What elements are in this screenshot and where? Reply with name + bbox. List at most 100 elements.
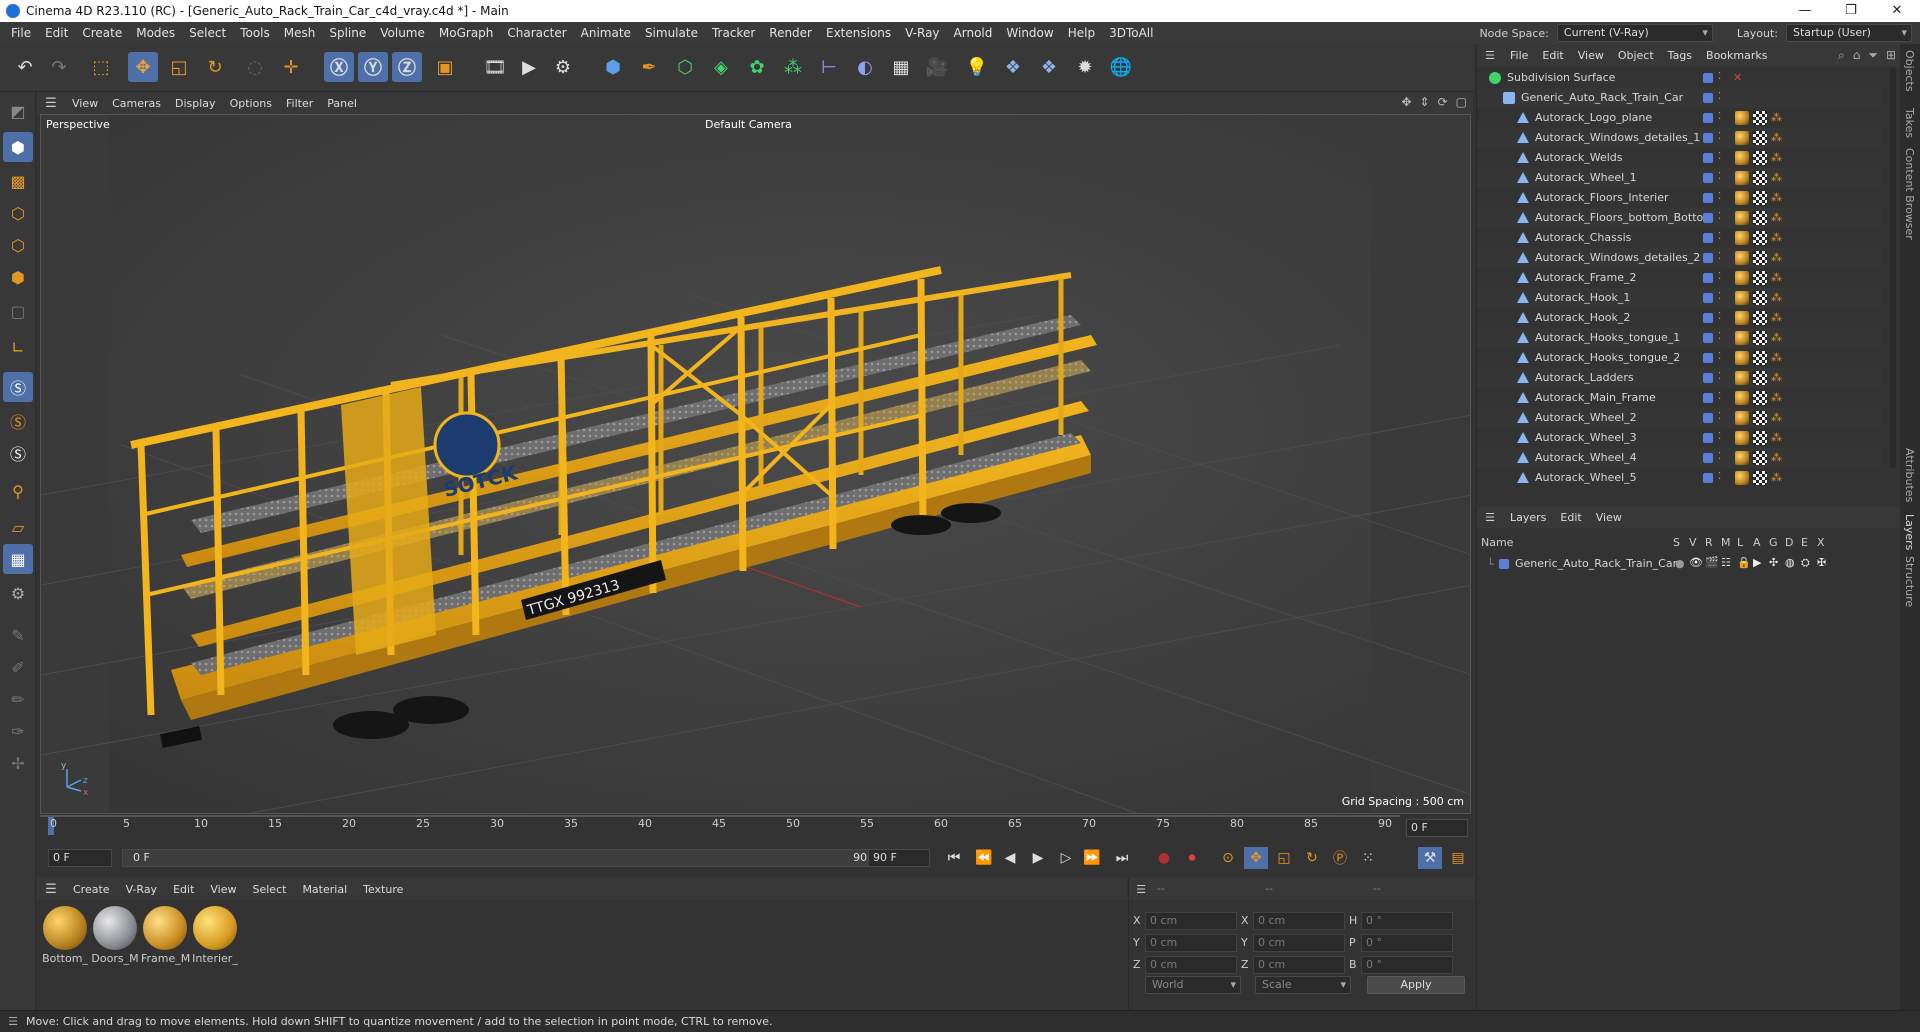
menu-select[interactable]: Select (182, 22, 233, 44)
edges-mode-icon[interactable]: ⬡ (3, 230, 33, 260)
object-name[interactable]: Autorack_Wheel_3 (1535, 431, 1637, 444)
menu-vray[interactable]: V-Ray (898, 22, 946, 44)
rot-p-field[interactable]: 0 ° (1361, 934, 1453, 952)
search-icon[interactable]: ⌕ (1838, 48, 1845, 63)
menu-modes[interactable]: Modes (129, 22, 182, 44)
layer-lock-icon[interactable]: 🔒 (1737, 556, 1751, 569)
spline-pen-icon[interactable]: ✒ (634, 52, 664, 82)
texture-tag-icon[interactable] (1753, 471, 1767, 485)
visibility-dots-icon[interactable]: ⁚ (1718, 211, 1721, 222)
key-selection-icon[interactable]: ⊙ (1216, 847, 1240, 869)
texture-tag-icon[interactable] (1753, 271, 1767, 285)
layer-color-swatch[interactable] (1703, 353, 1713, 363)
material-menu-vray[interactable]: V-Ray (118, 883, 166, 896)
python-script-icon[interactable]: ❖ (998, 52, 1028, 82)
visibility-dots-icon[interactable]: ⁚ (1718, 91, 1721, 102)
material-tag-icon[interactable] (1735, 351, 1749, 365)
phong-tag-icon[interactable]: ⁂ (1771, 371, 1785, 385)
phong-tag-icon[interactable]: ⁂ (1771, 191, 1785, 205)
menu-3dtoall[interactable]: 3DToAll (1102, 22, 1160, 44)
extrude-generator-icon[interactable]: ◈ (706, 52, 736, 82)
object-row[interactable]: Autorack_Hooks_tongue_1 ⁚ ⁂ (1477, 328, 1881, 348)
layer-color-swatch[interactable] (1703, 93, 1713, 103)
layer-color-swatch[interactable] (1703, 373, 1713, 383)
material-tag-icon[interactable] (1735, 411, 1749, 425)
tweak-mode-icon[interactable]: ⚲ (3, 476, 33, 506)
texture-tag-icon[interactable] (1753, 111, 1767, 125)
material-menu-select[interactable]: Select (245, 883, 295, 896)
object-name[interactable]: Autorack_Floors_bottom_Bottom (1535, 211, 1714, 224)
pos-z-field[interactable]: 0 cm (1145, 956, 1237, 974)
viewport-menu-cameras[interactable]: Cameras (105, 97, 168, 110)
undo-icon[interactable]: ↶ (10, 52, 40, 82)
material-swatch[interactable]: Interier_ (191, 906, 239, 965)
disable-toggle-icon[interactable]: ✕ (1733, 71, 1747, 85)
go-to-end-icon[interactable]: ⏭ (1110, 847, 1134, 869)
object-name[interactable]: Autorack_Chassis (1535, 231, 1631, 244)
texture-tag-icon[interactable] (1753, 171, 1767, 185)
phong-tag-icon[interactable]: ⁂ (1771, 431, 1785, 445)
layer-menu-view[interactable]: View (1589, 511, 1629, 524)
key-position-icon[interactable]: ✥ (1244, 847, 1268, 869)
size-x-field[interactable]: 0 cm (1253, 912, 1345, 930)
viewport-hamburger-icon[interactable]: ☰ (37, 96, 65, 111)
material-hamburger-icon[interactable]: ☰ (37, 882, 65, 897)
om-menu-file[interactable]: File (1503, 49, 1535, 62)
layer-color-swatch[interactable] (1703, 433, 1713, 443)
material-tag-icon[interactable] (1735, 171, 1749, 185)
object-row[interactable]: Autorack_Wheel_3 ⁚ ⁂ (1477, 428, 1881, 448)
previous-key-icon[interactable]: ⏪ (972, 847, 996, 869)
z-axis-lock-icon[interactable]: Ⓩ (392, 52, 422, 82)
live-selection-icon[interactable]: ⬚ (86, 52, 116, 82)
object-name[interactable]: Autorack_Hooks_tongue_2 (1535, 351, 1680, 364)
maximize-button[interactable]: ❐ (1828, 0, 1874, 22)
side-tab-content-browser[interactable]: Content Browser (1903, 148, 1916, 240)
layout-select[interactable]: Startup (User) (1786, 24, 1912, 42)
texture-tag-icon[interactable] (1753, 131, 1767, 145)
object-row[interactable]: Autorack_Hook_2 ⁚ ⁂ (1477, 308, 1881, 328)
material-swatch[interactable]: Bottom_ (41, 906, 89, 965)
viewport-menu-display[interactable]: Display (168, 97, 223, 110)
filter-icon[interactable]: ⏷ (1868, 48, 1878, 63)
object-row[interactable]: Autorack_Logo_plane ⁚ ⁂ (1477, 108, 1881, 128)
texture-tag-icon[interactable] (1753, 311, 1767, 325)
sculpt-tool-icon[interactable]: ✐ (3, 652, 33, 682)
rot-h-field[interactable]: 0 ° (1361, 912, 1453, 930)
paint-tool-icon[interactable]: ✎ (3, 620, 33, 650)
object-name[interactable]: Autorack_Wheel_5 (1535, 471, 1637, 484)
move-tool-icon[interactable]: ✥ (128, 52, 158, 82)
mograph-array-icon[interactable]: ⁂ (778, 52, 808, 82)
viewport-maximize-icon[interactable]: ▢ (1456, 95, 1467, 109)
layer-visible-icon[interactable]: 👁 (1689, 556, 1703, 569)
object-row[interactable]: Subdivision Surface ⁚ ✕ (1477, 68, 1881, 88)
next-key-icon[interactable]: ⏩ (1080, 847, 1104, 869)
object-name[interactable]: Autorack_Main_Frame (1535, 391, 1656, 404)
workplane-icon[interactable]: ▱ (3, 512, 33, 542)
texture-mode-icon[interactable]: ▩ (3, 166, 33, 196)
model-mode-icon[interactable]: ⬢ (3, 132, 33, 162)
om-menu-object[interactable]: Object (1611, 49, 1661, 62)
layer-color-swatch[interactable] (1703, 233, 1713, 243)
layer-xref-icon[interactable]: ✠ (1817, 556, 1826, 569)
layer-color-swatch[interactable] (1703, 153, 1713, 163)
visibility-dots-icon[interactable]: ⁚ (1718, 371, 1721, 382)
object-tree-scrollbar[interactable] (1890, 68, 1896, 468)
phong-tag-icon[interactable]: ⁂ (1771, 131, 1785, 145)
layer-animation-icon[interactable]: ▶ (1753, 556, 1761, 569)
material-menu-edit[interactable]: Edit (165, 883, 202, 896)
layer-color-swatch[interactable] (1703, 313, 1713, 323)
apply-button[interactable]: Apply (1367, 976, 1465, 994)
timeline-window-icon[interactable]: ▤ (1446, 847, 1470, 869)
object-name[interactable]: Autorack_Hook_1 (1535, 291, 1630, 304)
cloner-icon[interactable]: ✿ (742, 52, 772, 82)
menu-render[interactable]: Render (762, 22, 819, 44)
layer-color-swatch[interactable] (1703, 213, 1713, 223)
layer-color-swatch[interactable] (1703, 133, 1713, 143)
object-row[interactable]: Autorack_Main_Frame ⁚ ⁂ (1477, 388, 1881, 408)
material-tag-icon[interactable] (1735, 431, 1749, 445)
status-hamburger-icon[interactable]: ☰ (0, 1015, 26, 1028)
close-button[interactable]: ✕ (1874, 0, 1920, 22)
rotate-tool-icon[interactable]: ↻ (200, 52, 230, 82)
object-name[interactable]: Subdivision Surface (1507, 71, 1615, 84)
menu-edit[interactable]: Edit (38, 22, 75, 44)
